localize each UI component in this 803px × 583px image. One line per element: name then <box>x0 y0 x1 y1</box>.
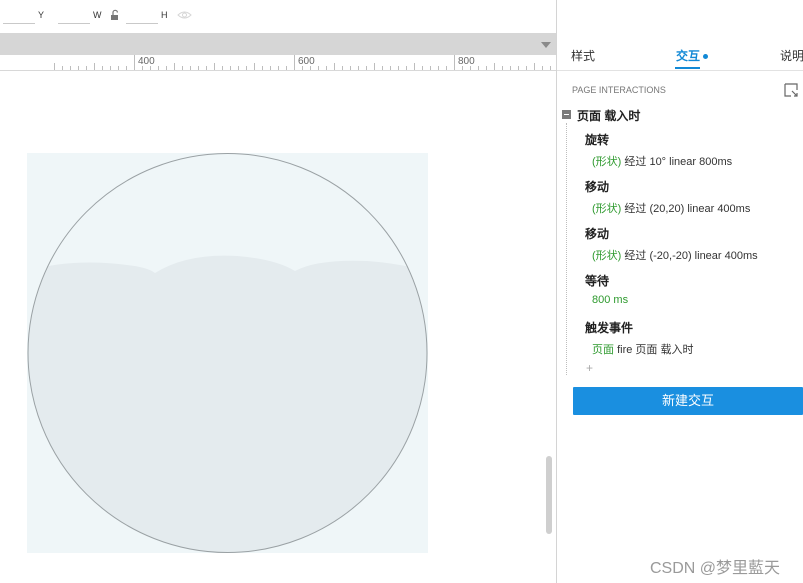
h-label: H <box>161 10 168 20</box>
action-detail-wait[interactable]: 800 ms <box>592 294 628 306</box>
ruler-label-800: 800 <box>458 56 475 67</box>
add-action-icon[interactable]: + <box>586 361 593 375</box>
cloud-fill-shape <box>28 255 427 553</box>
action-target: (形状) <box>592 156 622 168</box>
action-detail-move-back[interactable]: (形状) 经过 (-20,-20) linear 400ms <box>592 247 758 263</box>
collapse-toggle-icon[interactable] <box>562 110 571 119</box>
action-target: 800 ms <box>592 294 629 306</box>
action-detail-rotate[interactable]: (形状) 经过 10° linear 800ms <box>592 153 732 169</box>
action-description: 经过 10° linear 800ms <box>624 156 733 168</box>
tab-notes[interactable]: 说明 <box>780 47 803 64</box>
horizontal-ruler: 400 600 800 <box>0 55 556 71</box>
action-target: 页面 <box>592 344 614 356</box>
w-field[interactable] <box>126 9 158 24</box>
eye-icon[interactable] <box>177 10 192 20</box>
tree-line <box>566 123 567 375</box>
canvas-header-bar <box>0 33 556 55</box>
expand-icon[interactable] <box>784 83 798 97</box>
section-title: PAGE INTERACTIONS <box>572 85 666 95</box>
tab-style[interactable]: 样式 <box>571 47 595 64</box>
active-tab-indicator <box>675 67 700 69</box>
x-field[interactable] <box>3 9 35 24</box>
vertical-scrollbar[interactable] <box>546 456 552 534</box>
action-description: 经过 (-20,-20) linear 400ms <box>624 250 758 262</box>
watermark: CSDN @梦里藍天 <box>650 560 781 577</box>
tab-interactions[interactable]: 交互 <box>676 47 709 64</box>
action-description: 经过 (20,20) linear 400ms <box>624 203 751 215</box>
ruler-label-400: 400 <box>138 56 155 67</box>
new-interaction-button[interactable]: 新建交互 <box>573 387 803 415</box>
chevron-down-icon[interactable] <box>541 42 551 48</box>
coordinate-toolbar: Y W H <box>0 0 556 33</box>
tab-divider <box>557 70 803 71</box>
action-name-move[interactable]: 移动 <box>585 178 609 195</box>
inspector-panel: 样式 交互 说明 PAGE INTERACTIONS 页面 载入时 旋转 (形状… <box>556 0 803 583</box>
y-label: Y <box>38 10 45 20</box>
event-title[interactable]: 页面 载入时 <box>577 107 640 124</box>
tab-interactions-label: 交互 <box>676 49 701 63</box>
unlock-icon[interactable] <box>109 9 121 21</box>
action-name-wait[interactable]: 等待 <box>585 272 609 289</box>
action-name-fire-event[interactable]: 触发事件 <box>585 319 633 336</box>
w-label: W <box>93 10 102 20</box>
action-name-rotate[interactable]: 旋转 <box>585 131 609 148</box>
action-description: fire 页面 载入时 <box>617 344 694 356</box>
action-detail-fire-event[interactable]: 页面 fire 页面 载入时 <box>592 341 693 357</box>
circle-shape[interactable] <box>27 153 428 554</box>
ruler-label-600: 600 <box>298 56 315 67</box>
action-detail-move[interactable]: (形状) 经过 (20,20) linear 400ms <box>592 200 750 216</box>
action-target: (形状) <box>592 203 622 215</box>
canvas-area[interactable]: 400 600 800 <box>0 33 556 583</box>
action-name-move-back[interactable]: 移动 <box>585 225 609 242</box>
active-dot-icon <box>703 54 709 60</box>
action-target: (形状) <box>592 250 622 262</box>
y-field[interactable] <box>58 9 90 24</box>
